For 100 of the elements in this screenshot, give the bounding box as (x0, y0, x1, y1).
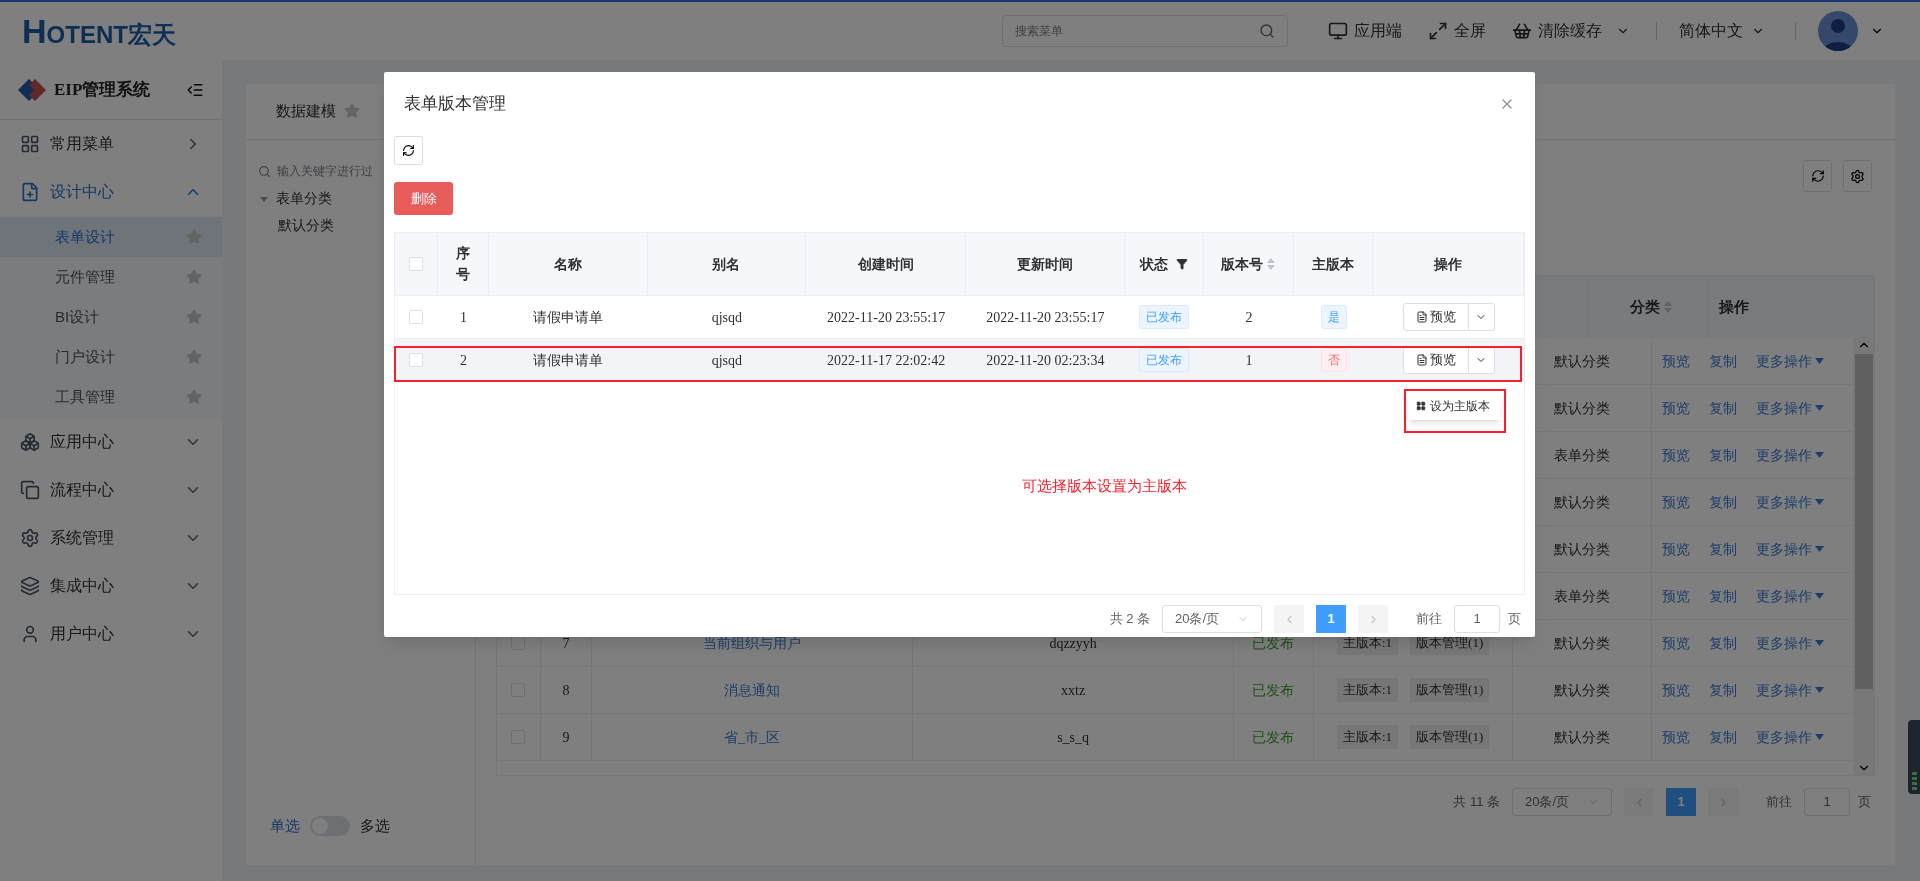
form-name-link[interactable]: 省_市_区 (724, 726, 781, 748)
menu-group[interactable]: 流程中心 (0, 466, 222, 514)
header-action-label: 应用端 (1354, 21, 1402, 41)
column-header: 状态 (1124, 233, 1204, 295)
prev-page-button[interactable] (1274, 605, 1304, 633)
row-action-link[interactable]: 预览 (1662, 632, 1691, 654)
row-action-link[interactable]: 复制 (1709, 444, 1738, 466)
row-action-link[interactable]: 预览 (1662, 397, 1691, 419)
header-action[interactable]: 清除缓存 (1512, 19, 1630, 43)
table-cell: 默认分类 (1513, 667, 1653, 713)
menu-group[interactable]: 设计中心 (0, 168, 222, 216)
menu-group[interactable]: 应用中心 (0, 418, 222, 466)
row-action-link[interactable]: 更多操作 (1756, 726, 1825, 748)
row-action-link[interactable]: 更多操作 (1756, 538, 1825, 560)
goto-label: 前往 (1416, 610, 1442, 629)
row-action-link[interactable]: 复制 (1709, 491, 1738, 513)
header-action[interactable]: 全屏 (1428, 19, 1486, 43)
table-cell-text: 2022-11-20 23:55:17 (985, 308, 1106, 327)
row-action-link[interactable]: 预览 (1662, 585, 1691, 607)
row-action-link[interactable]: 复制 (1709, 632, 1738, 654)
page-size-select[interactable]: 20条/页 (1162, 605, 1262, 633)
star-icon (186, 269, 202, 285)
menu-item[interactable]: 元件管理 (0, 257, 222, 297)
row-action-link[interactable]: 更多操作 (1756, 350, 1825, 372)
menu-option[interactable]: 设为主版本 (1408, 397, 1500, 415)
row-action-link[interactable]: 更多操作 (1756, 585, 1825, 607)
table-cell-text: 2022-11-20 23:55:17 (826, 308, 947, 327)
menu-item[interactable]: 表单设计 (0, 217, 222, 257)
floating-meter-icon[interactable] (1908, 720, 1920, 794)
refresh-icon (402, 144, 415, 157)
version-manage-button[interactable]: 版本管理(1) (1410, 725, 1490, 749)
row-action-link[interactable]: 复制 (1709, 538, 1738, 560)
form-name-link[interactable]: 消息通知 (724, 679, 781, 701)
checkbox[interactable] (408, 257, 423, 271)
menu-group[interactable]: 用户中心 (0, 610, 222, 658)
menu-icon (20, 624, 40, 644)
row-action-link[interactable]: 更多操作 (1756, 444, 1825, 466)
page-button[interactable]: 1 (1666, 788, 1696, 816)
row-action-link[interactable]: 复制 (1709, 679, 1738, 701)
tab[interactable]: 数据建模 (276, 83, 360, 139)
search-field[interactable]: 搜索菜单 (1002, 15, 1288, 47)
caret-icon (1815, 499, 1825, 505)
next-page-button[interactable] (1708, 788, 1738, 816)
checkbox[interactable] (409, 310, 424, 324)
row-action-link[interactable]: 更多操作 (1756, 397, 1825, 419)
delete-button[interactable]: 删除 (394, 182, 453, 215)
refresh-button[interactable] (394, 136, 423, 165)
menu-item[interactable]: 工具管理 (0, 377, 222, 417)
column-header: 分类 (1588, 276, 1709, 338)
preview-button[interactable]: 预览 (1402, 346, 1469, 374)
caret-icon (1815, 640, 1825, 646)
header-action-icon (1428, 21, 1448, 41)
row-action-link[interactable]: 更多操作 (1756, 491, 1825, 513)
menu-icon (20, 182, 40, 202)
column-header: 别名 (647, 233, 807, 295)
row-action-link[interactable]: 更多操作 (1756, 679, 1825, 701)
caret-icon (1815, 687, 1825, 693)
language-select[interactable]: 简体中文 (1679, 19, 1765, 43)
row-action-link[interactable]: 复制 (1709, 585, 1738, 607)
table-row[interactable]: 2 请假申请单 qjsqd 2022-11-17 22:02:42 2022-11-20 02:23:34 已发布 1 否 预览 (395, 339, 1524, 382)
table-cell: 8 (540, 667, 592, 713)
header-action[interactable]: 应用端 (1328, 19, 1402, 43)
row-action-link[interactable]: 更多操作 (1756, 632, 1825, 654)
settings-button[interactable] (1843, 160, 1872, 192)
page-input[interactable]: 1 (1454, 605, 1500, 633)
form-name-link[interactable]: 当前组织与用户 (703, 632, 802, 654)
checkbox[interactable] (409, 353, 424, 367)
page-button[interactable]: 1 (1316, 605, 1346, 633)
preview-button[interactable]: 预览 (1402, 303, 1469, 331)
settings-icon (1850, 168, 1865, 184)
prev-page-button[interactable] (1624, 788, 1654, 816)
search-icon (258, 164, 271, 178)
menu-group[interactable]: 常用菜单 (0, 120, 222, 168)
row-action-link[interactable]: 复制 (1709, 397, 1738, 419)
filter-icon[interactable] (1175, 258, 1188, 270)
page-input[interactable]: 1 (1804, 788, 1850, 816)
sort-icon[interactable] (1267, 258, 1276, 270)
menu-group[interactable]: 集成中心 (0, 562, 222, 610)
table-cell-text: 1 (458, 308, 468, 327)
row-action-link[interactable]: 预览 (1662, 679, 1691, 701)
row-action-link[interactable]: 预览 (1662, 726, 1691, 748)
row-action-link[interactable]: 预览 (1662, 444, 1691, 466)
star-icon (186, 349, 202, 365)
avatar[interactable] (1818, 11, 1858, 51)
page-size-select[interactable]: 20条/页 (1512, 788, 1612, 816)
row-action-link[interactable]: 复制 (1709, 350, 1738, 372)
scrollbar[interactable] (1853, 338, 1874, 775)
menu-icon (20, 576, 40, 596)
menu-item[interactable]: BI设计 (0, 297, 222, 337)
next-page-button[interactable] (1358, 605, 1388, 633)
tree-filter-field[interactable]: 输入关键字进行过 (258, 162, 463, 180)
menu-item[interactable]: 门户设计 (0, 337, 222, 377)
row-action-link[interactable]: 预览 (1662, 491, 1691, 513)
row-action-link[interactable]: 预览 (1662, 350, 1691, 372)
version-manage-button[interactable]: 版本管理(1) (1410, 678, 1490, 702)
header-action-label: 全屏 (1454, 21, 1486, 41)
sort-icon[interactable] (1664, 301, 1673, 313)
menu-group[interactable]: 系统管理 (0, 514, 222, 562)
row-action-link[interactable]: 复制 (1709, 726, 1738, 748)
row-action-link[interactable]: 预览 (1662, 538, 1691, 560)
